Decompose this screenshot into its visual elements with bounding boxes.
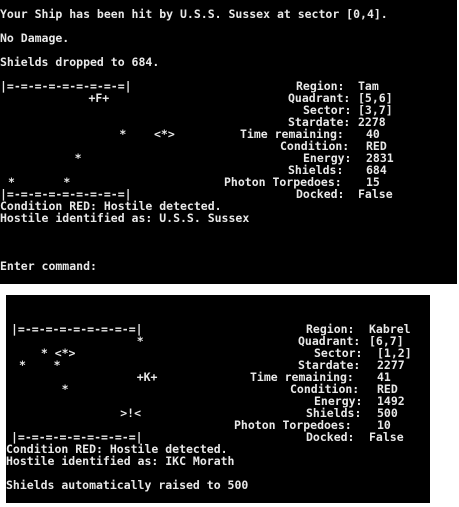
map-row-2: Sector: [3,7] bbox=[0, 104, 393, 116]
map-row-7: >!< Shields: 500 bbox=[6, 407, 398, 419]
map-border-top: |=-=-=-=-=-=-=-=-=| Region: Tam bbox=[0, 80, 379, 92]
message-damage: No Damage. bbox=[0, 31, 70, 45]
map-row-6: * Energy: 2831 bbox=[0, 152, 394, 164]
map-row-4: * <*> Time remaining: 40 bbox=[0, 128, 379, 140]
map-row-5: * Condition: RED bbox=[6, 383, 398, 395]
map-cells: >!< bbox=[51, 406, 142, 420]
map-cells: * bbox=[40, 151, 82, 165]
map-cells: * <*> bbox=[64, 127, 175, 141]
docked-label: Docked: bbox=[306, 430, 355, 444]
alert-hostile: Hostile identified as: IKC Morath bbox=[6, 454, 235, 468]
terminal-window-bottom: |=-=-=-=-=-=-=-=-=| Region: Kabrel * Qua… bbox=[6, 295, 430, 503]
docked-value: False bbox=[358, 187, 393, 201]
docked-value: False bbox=[369, 430, 404, 444]
terminal-window-top: Your Ship has been hit by U.S.S. Sussex … bbox=[0, 0, 457, 284]
alert-hostile: Hostile identified as: U.S.S. Sussex bbox=[0, 211, 250, 225]
docked-label: Docked: bbox=[296, 187, 345, 201]
map-row-1: +F+ Quadrant: [5,6] bbox=[0, 92, 392, 104]
message-shields: Shields dropped to 684. bbox=[0, 55, 160, 69]
command-prompt[interactable]: Enter command: bbox=[0, 260, 97, 272]
map-cells: +F+ bbox=[40, 91, 110, 105]
shields-raised-message: Shields automatically raised to 500 bbox=[6, 478, 249, 492]
map-row-6: Energy: 1492 bbox=[6, 395, 405, 407]
message-hit: Your Ship has been hit by U.S.S. Sussex … bbox=[0, 7, 388, 21]
map-row-3: Stardate: 2278 bbox=[0, 116, 386, 128]
map-row-5: Condition: RED bbox=[0, 140, 387, 152]
map-cells: * bbox=[27, 382, 69, 396]
